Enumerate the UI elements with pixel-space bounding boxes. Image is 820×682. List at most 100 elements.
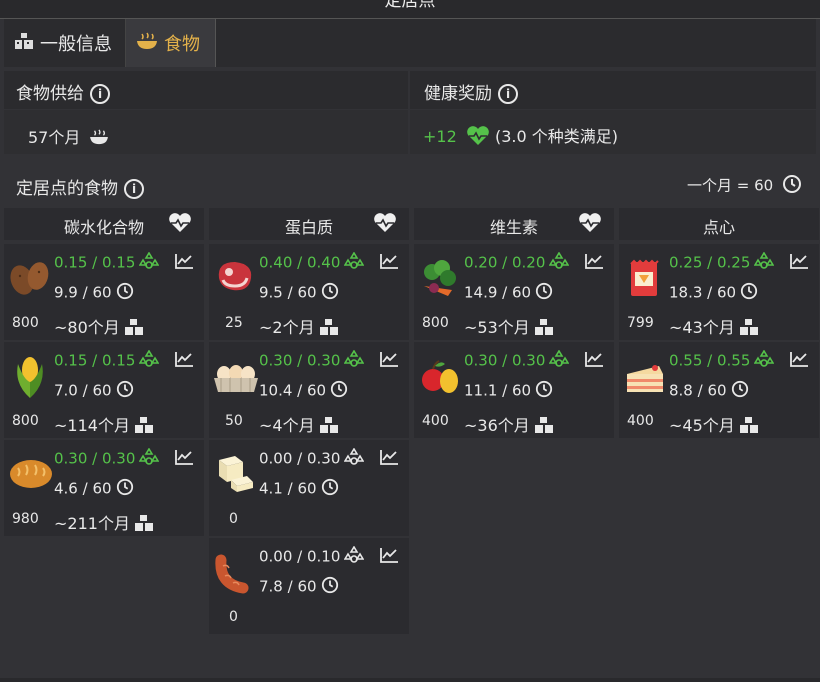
clock-icon [116, 478, 134, 500]
food-rate: 0.20 / 0.20 [464, 251, 570, 274]
chart-icon[interactable] [379, 546, 399, 568]
month-note: 一个月 = 60 [687, 174, 802, 198]
food-store-text: 7.8 / 60 [259, 577, 317, 596]
tab-food-label: 食物 [164, 34, 200, 55]
food-store: 14.9 / 60 [464, 282, 553, 304]
food-card-meat[interactable]: 25 0.40 / 0.40 9.5 / 60 ~2个月 [209, 244, 409, 340]
food-quantity: 799 [627, 315, 654, 331]
tofu-icon [213, 452, 257, 498]
clock-icon [321, 282, 339, 304]
food-rate-text: 0.25 / 0.25 [669, 253, 751, 272]
warehouse-icon [319, 318, 339, 340]
food-card-cake[interactable]: 400 0.55 / 0.55 8.8 / 60 ~45个月 [619, 342, 819, 438]
nutrition-icon [753, 251, 775, 274]
tab-food[interactable]: 食物 [126, 19, 216, 67]
nutrition-icon [343, 545, 365, 568]
fruit-icon [418, 354, 462, 400]
food-store: 18.3 / 60 [669, 282, 758, 304]
food-card-vegetables[interactable]: 800 0.20 / 0.20 14.9 / 60 ~53个月 [414, 244, 614, 340]
food-store: 10.4 / 60 [259, 380, 348, 402]
food-store: 4.1 / 60 [259, 478, 339, 500]
food-months-text: ~2个月 [259, 318, 315, 337]
food-card-tofu[interactable]: 0 0.00 / 0.30 4.1 / 60 [209, 440, 409, 536]
food-store-text: 11.1 / 60 [464, 381, 532, 400]
food-store: 9.5 / 60 [259, 282, 339, 304]
tab-general-info[interactable]: 一般信息 [4, 19, 126, 67]
food-card-bread[interactable]: 980 0.30 / 0.30 4.6 / 60 ~211个月 [4, 440, 204, 536]
heart-pulse-icon [466, 125, 490, 150]
food-rate-text: 0.00 / 0.10 [259, 547, 341, 566]
chart-icon[interactable] [379, 350, 399, 372]
food-months: ~4个月 [259, 412, 339, 438]
tab-general-info-label: 一般信息 [40, 34, 112, 55]
food-quantity: 400 [627, 413, 654, 429]
clock-icon [731, 380, 749, 402]
food-rate: 0.15 / 0.15 [54, 349, 160, 372]
chart-icon[interactable] [379, 448, 399, 470]
nutrition-icon [343, 251, 365, 274]
food-rate: 0.00 / 0.30 [259, 447, 365, 470]
warehouse-icon [124, 318, 144, 340]
food-supply-header: 食物供给 i [4, 71, 408, 109]
food-store-text: 14.9 / 60 [464, 283, 532, 302]
nutrition-icon [343, 349, 365, 372]
settlement-panel: 定居点 一般信息 食物 食物供给 i 健康奖励 i 57个月 +12 (3.0 个种… [0, 0, 820, 682]
food-rate: 0.25 / 0.25 [669, 251, 775, 274]
chart-icon[interactable] [789, 350, 809, 372]
health-bonus-label: 健康奖励 [424, 84, 492, 104]
warehouse-icon [534, 318, 554, 340]
food-supply-value: 57个月 [28, 128, 81, 147]
info-icon[interactable]: i [124, 179, 144, 199]
column-header-carbs: 碳水化合物 [4, 208, 204, 240]
food-store-text: 8.8 / 60 [669, 381, 727, 400]
heart-pulse-icon [373, 213, 397, 237]
food-card-corn[interactable]: 800 0.15 / 0.15 7.0 / 60 ~114个月 [4, 342, 204, 438]
food-rate-text: 0.00 / 0.30 [259, 449, 341, 468]
chart-icon[interactable] [174, 252, 194, 274]
food-card-fruit[interactable]: 400 0.30 / 0.30 11.1 / 60 ~36个月 [414, 342, 614, 438]
food-months-text: ~4个月 [259, 416, 315, 435]
clock-icon [321, 478, 339, 500]
info-icon[interactable]: i [498, 84, 518, 104]
sausage-icon [213, 554, 257, 598]
food-rate: 0.15 / 0.15 [54, 251, 160, 274]
heart-pulse-icon [578, 213, 602, 237]
tab-bar: 一般信息 食物 [4, 19, 816, 67]
food-quantity: 50 [225, 413, 243, 429]
clock-icon [116, 380, 134, 402]
food-quantity: 0 [229, 609, 238, 625]
food-rate-text: 0.20 / 0.20 [464, 253, 546, 272]
food-months: ~80个月 [54, 314, 144, 340]
food-quantity: 0 [229, 511, 238, 527]
food-quantity: 800 [12, 315, 39, 331]
food-rate: 0.00 / 0.10 [259, 545, 365, 568]
food-card-sausage[interactable]: 0 0.00 / 0.10 7.8 / 60 [209, 538, 409, 634]
food-rate: 0.30 / 0.30 [259, 349, 365, 372]
chart-icon[interactable] [789, 252, 809, 274]
food-store: 8.8 / 60 [669, 380, 749, 402]
food-months-text: ~43个月 [669, 318, 735, 337]
chart-icon[interactable] [174, 448, 194, 470]
food-store: 9.9 / 60 [54, 282, 134, 304]
health-bonus-note: (3.0 个种类满足) [494, 127, 618, 146]
clock-icon [330, 380, 348, 402]
clock-icon [535, 282, 553, 304]
nutrition-icon [548, 349, 570, 372]
food-store-text: 4.1 / 60 [259, 479, 317, 498]
info-icon[interactable]: i [90, 84, 110, 104]
food-rate-text: 0.30 / 0.30 [259, 351, 341, 370]
column-header-protein: 蛋白质 [209, 208, 409, 240]
clock-icon [740, 282, 758, 304]
food-supply-label: 食物供给 [16, 84, 84, 104]
chart-icon[interactable] [174, 350, 194, 372]
chart-icon[interactable] [584, 252, 604, 274]
food-card-potato[interactable]: 800 0.15 / 0.15 9.9 / 60 ~80个月 [4, 244, 204, 340]
food-quantity: 800 [422, 315, 449, 331]
food-card-eggs[interactable]: 50 0.30 / 0.30 10.4 / 60 ~4个月 [209, 342, 409, 438]
chart-icon[interactable] [584, 350, 604, 372]
column-header-vitamins: 维生素 [414, 208, 614, 240]
health-bonus-plus: +12 [423, 127, 457, 146]
food-months-text: ~36个月 [464, 416, 530, 435]
food-card-snack-bag[interactable]: 799 0.25 / 0.25 18.3 / 60 ~43个月 [619, 244, 819, 340]
chart-icon[interactable] [379, 252, 399, 274]
